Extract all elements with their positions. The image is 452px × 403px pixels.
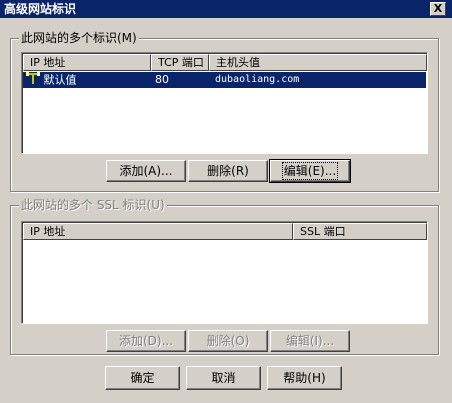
identities-group-legend: 此网站的多个标识(M)	[19, 31, 139, 45]
column-header-ssl-ip[interactable]: IP 地址	[23, 223, 293, 240]
identities-list[interactable]: IP 地址 TCP 端口 主机头值 默认值 80 dubaoliang.com	[21, 52, 428, 154]
add-identity-button[interactable]: 添加(A)...	[106, 160, 186, 182]
identity-row[interactable]: 默认值 80 dubaoliang.com	[23, 72, 426, 88]
remove-identity-button[interactable]: 删除(R)	[188, 160, 268, 182]
identities-list-header: IP 地址 TCP 端口 主机头值	[23, 54, 427, 71]
advanced-site-identification-dialog: 高级网站标识 X 此网站的多个标识(M) IP 地址 TCP 端口 主机头值 默…	[0, 0, 452, 403]
identity-port-cell: 80	[155, 73, 169, 86]
ssl-identities-group: 此网站的多个 SSL 标识(U) IP 地址 SSL 端口 添加(D)... 删…	[10, 198, 439, 355]
close-icon: X	[433, 2, 443, 15]
edit-ssl-identity-button[interactable]: 编辑(I)...	[270, 330, 350, 352]
ssl-identities-list-header: IP 地址 SSL 端口	[23, 223, 427, 240]
dialog-title: 高级网站标识	[4, 2, 77, 16]
close-button[interactable]: X	[430, 2, 446, 16]
cancel-button[interactable]: 取消	[186, 366, 261, 390]
identities-group: 此网站的多个标识(M) IP 地址 TCP 端口 主机头值 默认值 80 dub…	[10, 31, 439, 192]
add-ssl-identity-button[interactable]: 添加(D)...	[106, 330, 186, 352]
identity-ip-text: 默认值	[43, 73, 77, 87]
ssl-identities-list[interactable]: IP 地址 SSL 端口	[21, 221, 428, 324]
ssl-identities-group-legend: 此网站的多个 SSL 标识(U)	[19, 198, 167, 212]
remove-ssl-identity-button[interactable]: 删除(O)	[188, 330, 268, 352]
column-header-tcp-port[interactable]: TCP 端口	[151, 54, 209, 71]
edit-identity-button[interactable]: 编辑(E)...	[269, 159, 351, 183]
identity-host-cell: dubaoliang.com	[215, 74, 300, 85]
title-bar: 高级网站标识 X	[0, 0, 452, 18]
column-header-ssl-port[interactable]: SSL 端口	[293, 223, 427, 240]
column-header-ip[interactable]: IP 地址	[23, 54, 151, 71]
ok-button[interactable]: 确定	[105, 366, 180, 390]
network-identity-icon	[26, 72, 40, 89]
identity-ip-cell: 默认值	[26, 72, 77, 89]
column-header-host[interactable]: 主机头值	[209, 54, 427, 71]
help-button[interactable]: 帮助(H)	[267, 366, 342, 390]
